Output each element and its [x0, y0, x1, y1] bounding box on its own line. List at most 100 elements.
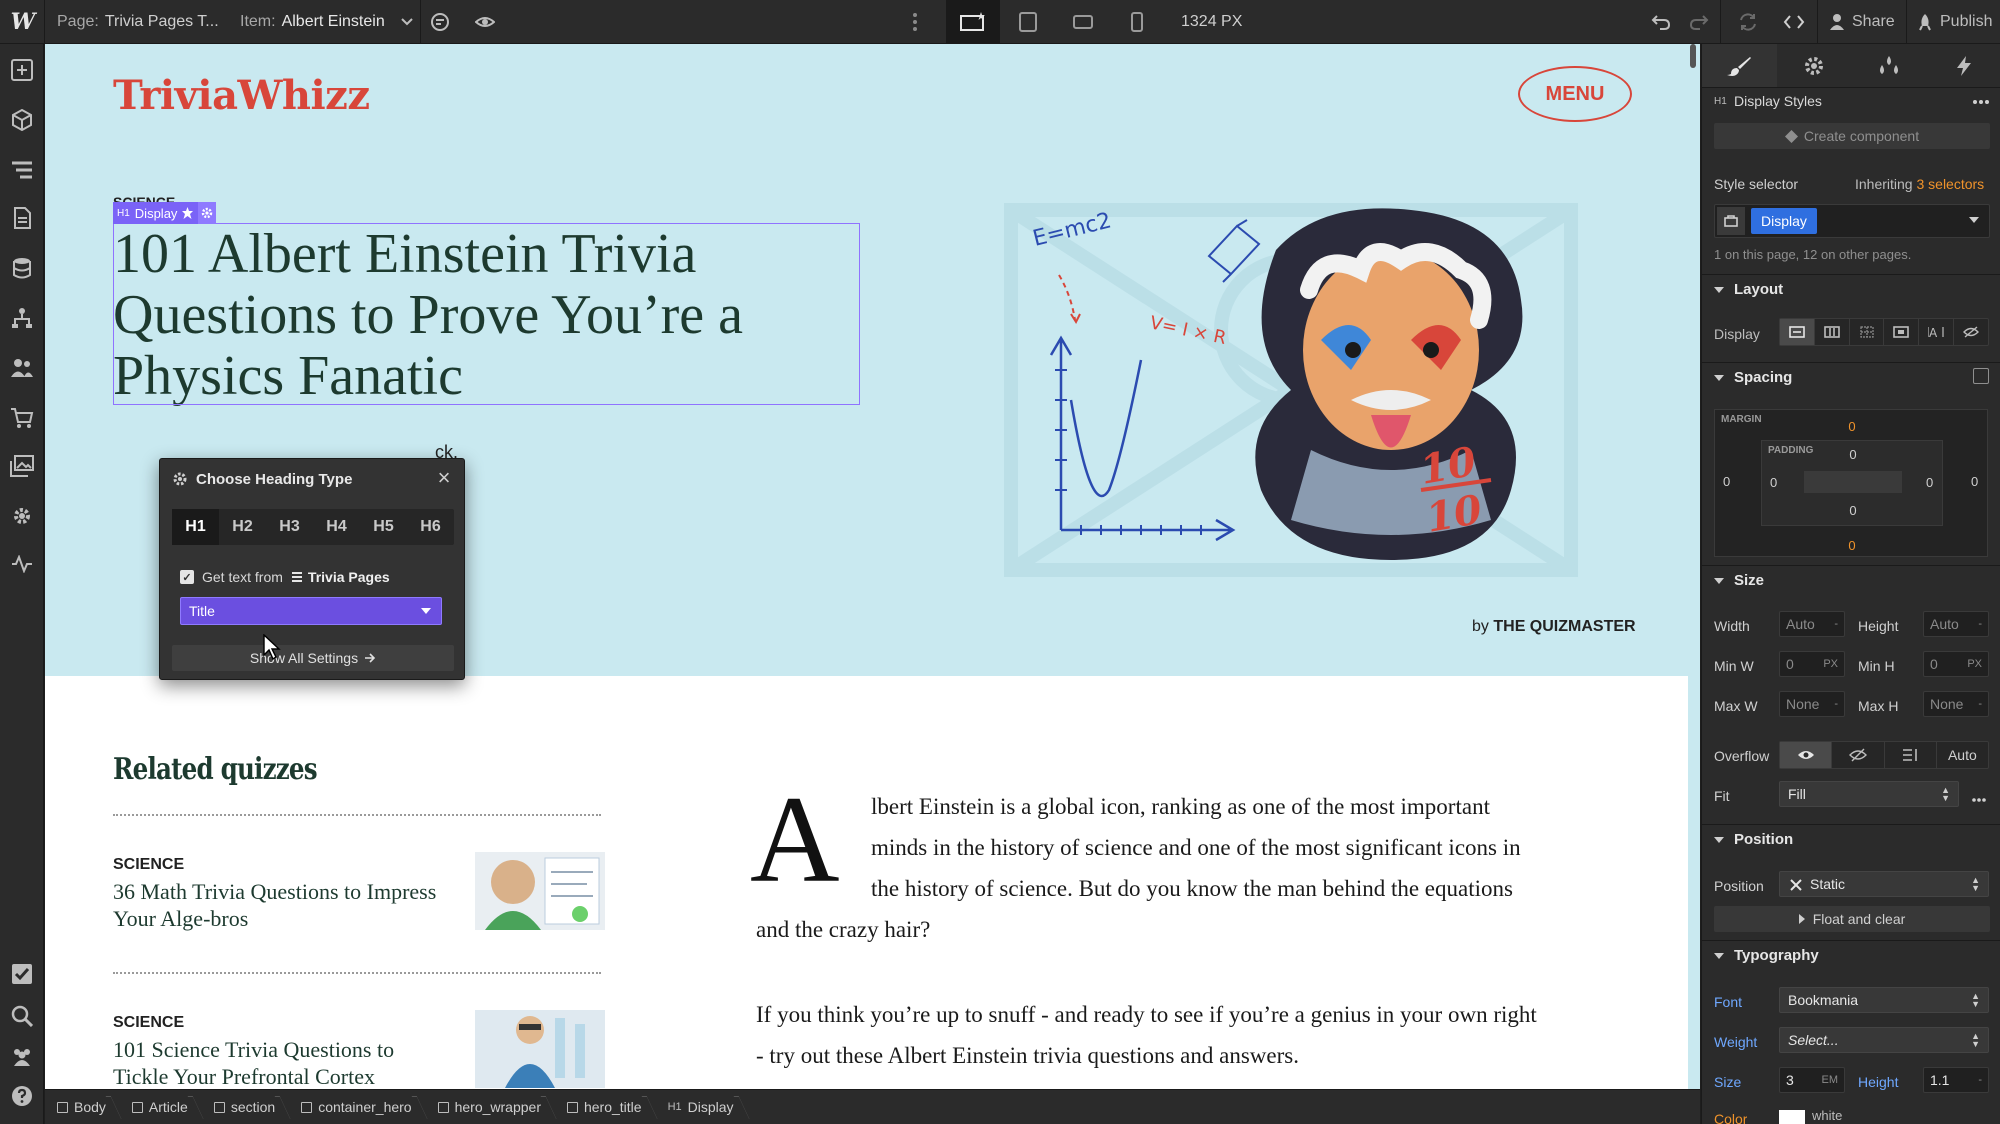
get-text-checkbox[interactable]: ✓: [180, 570, 194, 584]
weight-select[interactable]: Select... ▲ ▼: [1779, 1027, 1989, 1053]
width-input[interactable]: Auto -: [1779, 611, 1845, 637]
page-selector[interactable]: Page: Trivia Pages T...: [57, 0, 219, 44]
fit-select[interactable]: Fill ▲ ▼: [1779, 781, 1959, 807]
pages-icon[interactable]: [10, 206, 34, 230]
tab-h1[interactable]: H1: [172, 509, 219, 545]
breakpoint-mobile-landscape-icon[interactable]: [1072, 0, 1094, 44]
more-vertical-icon[interactable]: [912, 0, 918, 44]
tab-h4[interactable]: H4: [313, 509, 360, 545]
section-spacing[interactable]: Spacing: [1702, 362, 2000, 392]
show-all-settings-button[interactable]: Show All Settings: [172, 645, 454, 671]
breadcrumb-article[interactable]: Article: [120, 1090, 202, 1124]
hero-byline[interactable]: by THE QUIZMASTER: [1472, 618, 1636, 636]
display-inline-icon[interactable]: A: [1919, 319, 1955, 345]
display-inline-block-icon[interactable]: [1884, 319, 1920, 345]
publish-button[interactable]: Publish: [1917, 0, 1992, 44]
selector-chip[interactable]: Display: [1751, 208, 1817, 234]
section-position[interactable]: Position: [1702, 824, 2000, 854]
font-size-input[interactable]: 3 EM: [1779, 1067, 1845, 1093]
components-cube-icon[interactable]: [10, 108, 34, 132]
selector-tag-icon[interactable]: [1717, 207, 1745, 235]
padding-top-value[interactable]: 0: [1762, 447, 1944, 462]
code-export-icon[interactable]: [1783, 0, 1805, 44]
color-swatch[interactable]: [1779, 1110, 1805, 1124]
search-icon[interactable]: [10, 1004, 34, 1028]
tab-style-manager[interactable]: [1852, 44, 1927, 87]
section-size[interactable]: Size: [1702, 565, 2000, 595]
margin-left-value[interactable]: 0: [1723, 474, 1730, 489]
element-settings-gear-icon[interactable]: [198, 202, 217, 224]
site-logo[interactable]: TriviaWhizz: [113, 72, 370, 119]
margin-right-value[interactable]: 0: [1971, 474, 1978, 489]
related-item-title[interactable]: 36 Math Trivia Questions to Impress Your…: [113, 878, 443, 932]
collaborators-icon[interactable]: [10, 1044, 34, 1068]
breadcrumb-section[interactable]: section: [202, 1090, 289, 1124]
section-typography[interactable]: Typography: [1702, 940, 2000, 970]
canvas-scrollbar[interactable]: [1688, 44, 1700, 1089]
tab-h3[interactable]: H3: [266, 509, 313, 545]
min-height-input[interactable]: 0 PX: [1923, 651, 1989, 677]
design-canvas[interactable]: TriviaWhizz MENU SCIENCE 101 Albert Eins…: [45, 44, 1700, 1089]
max-height-input[interactable]: None -: [1923, 691, 1989, 717]
related-quizzes-heading[interactable]: Related quizzes: [113, 752, 318, 787]
height-input[interactable]: Auto -: [1923, 611, 1989, 637]
article-paragraph-1[interactable]: lbert Einstein is a global icon, ranking…: [871, 786, 1521, 909]
tab-style-brush[interactable]: [1702, 44, 1777, 87]
breadcrumb-container-hero[interactable]: container_hero: [289, 1090, 425, 1124]
display-grid-icon[interactable]: [1850, 319, 1885, 345]
selection-tag[interactable]: H1 Display: [113, 202, 217, 224]
webflow-logo[interactable]: W: [8, 0, 38, 44]
hero-illustration[interactable]: E=mc2 V= I × R 10 10: [991, 190, 1641, 600]
article-paragraph-2[interactable]: If you think you’re up to snuff - and re…: [756, 994, 1537, 1076]
tab-h5[interactable]: H5: [360, 509, 407, 545]
selector-field[interactable]: Display: [1714, 204, 1990, 238]
display-none-icon[interactable]: [1954, 319, 1988, 345]
overflow-hidden-icon[interactable]: [1832, 742, 1885, 768]
logic-flow-icon[interactable]: [10, 306, 34, 330]
min-width-input[interactable]: 0 PX: [1779, 651, 1845, 677]
assets-images-icon[interactable]: [10, 454, 34, 478]
overflow-visible-eye-icon[interactable]: [1780, 742, 1833, 768]
display-flex-icon[interactable]: [1815, 319, 1850, 345]
spacing-expand-icon[interactable]: [1973, 368, 1989, 384]
color-value[interactable]: white: [1812, 1110, 1842, 1124]
audit-pulse-icon[interactable]: [10, 552, 34, 576]
line-height-input[interactable]: 1.1-: [1923, 1067, 1989, 1093]
cms-field-select[interactable]: Title: [180, 597, 442, 625]
hero-title[interactable]: 101 Albert Einstein Trivia Questions to …: [113, 224, 837, 407]
overflow-auto-button[interactable]: Auto: [1937, 742, 1988, 768]
breakpoint-tablet-icon[interactable]: [1018, 0, 1038, 44]
padding-bottom-value[interactable]: 0: [1762, 503, 1944, 518]
float-and-clear-toggle[interactable]: Float and clear: [1714, 906, 1990, 932]
users-icon[interactable]: [10, 356, 34, 380]
position-select[interactable]: Static ▲ ▼: [1779, 871, 1989, 897]
preview-eye-icon[interactable]: [475, 0, 495, 44]
item-selector[interactable]: Item: Albert Einstein: [240, 0, 413, 44]
min-height-unit[interactable]: PX: [1967, 658, 1982, 670]
breadcrumb-hero-wrapper[interactable]: hero_wrapper: [426, 1090, 555, 1124]
breadcrumb-body[interactable]: Body: [45, 1090, 120, 1124]
cms-database-icon[interactable]: [10, 256, 34, 280]
margin-top-value[interactable]: 0: [1715, 419, 1989, 434]
add-elements-icon[interactable]: [10, 58, 34, 82]
related-item-title[interactable]: 101 Science Trivia Questions to Tickle Y…: [113, 1036, 443, 1089]
tab-settings[interactable]: [1777, 44, 1852, 87]
more-horizontal-icon[interactable]: [1971, 790, 1987, 806]
max-width-input[interactable]: None -: [1779, 691, 1845, 717]
sync-icon[interactable]: [1738, 0, 1758, 44]
padding-right-value[interactable]: 0: [1926, 475, 1933, 490]
ecommerce-cart-icon[interactable]: [10, 406, 34, 430]
menu-button[interactable]: MENU: [1518, 66, 1632, 122]
choose-heading-type-popup[interactable]: Choose Heading Type × H1 H2 H3 H4 H5 H6 …: [159, 458, 465, 680]
section-layout[interactable]: Layout: [1702, 274, 2000, 304]
padding-left-value[interactable]: 0: [1770, 475, 1777, 490]
more-horizontal-icon[interactable]: [1972, 92, 1990, 108]
breadcrumb-hero-title[interactable]: hero_title: [555, 1090, 656, 1124]
breakpoint-desktop-base-icon[interactable]: [946, 0, 1000, 44]
related-item-thumbnail[interactable]: [475, 852, 605, 930]
undo-icon[interactable]: [1651, 0, 1671, 44]
navigator-icon[interactable]: [10, 158, 34, 182]
tab-h2[interactable]: H2: [219, 509, 266, 545]
breakpoint-mobile-portrait-icon[interactable]: [1130, 0, 1144, 44]
help-icon[interactable]: [10, 1084, 34, 1108]
